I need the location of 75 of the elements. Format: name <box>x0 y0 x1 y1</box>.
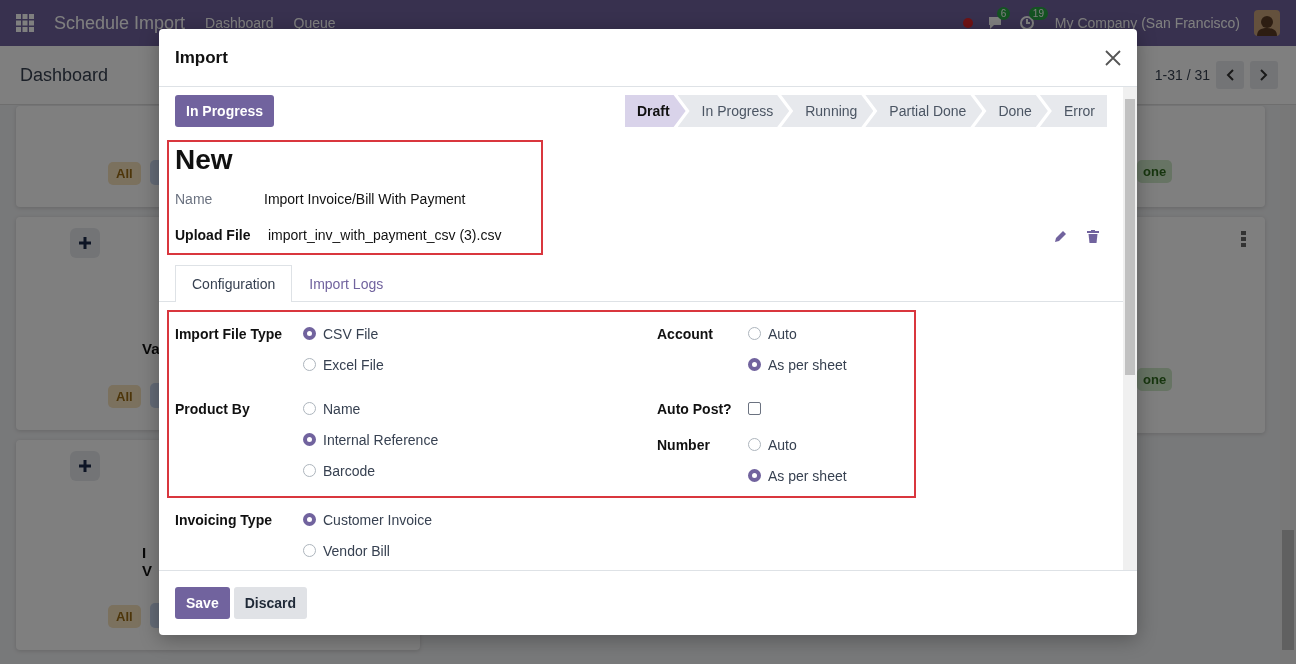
status-stage[interactable]: Done <box>974 95 1048 127</box>
radio-button[interactable] <box>303 544 316 557</box>
field-label: Product By <box>175 399 251 419</box>
field-label: Upload File <box>175 227 252 243</box>
tag: one <box>1137 368 1173 391</box>
status-stage[interactable]: Running <box>781 95 874 127</box>
next-button[interactable] <box>1250 61 1278 89</box>
field-value[interactable]: Import Invoice/Bill With Payment <box>264 191 466 207</box>
status-stage[interactable]: Error <box>1039 95 1107 127</box>
field-label: Number <box>657 435 711 455</box>
chevron-right-icon <box>1260 69 1268 81</box>
radio-button[interactable] <box>303 464 316 477</box>
record-dot-icon[interactable] <box>962 18 973 28</box>
radio-button[interactable] <box>748 438 761 451</box>
tag: All <box>108 605 141 628</box>
radio-button[interactable] <box>748 358 761 371</box>
field-label: Import File Type <box>175 324 284 344</box>
radio-option[interactable]: Name <box>303 393 657 424</box>
save-button[interactable]: Save <box>175 587 230 619</box>
kebab-menu-icon[interactable] <box>1241 231 1247 249</box>
radio-button[interactable] <box>303 513 316 526</box>
card-title: Va <box>142 340 160 358</box>
status-stage[interactable]: Draft <box>624 95 686 127</box>
page-title: Dashboard <box>20 64 109 86</box>
trash-icon[interactable] <box>1087 230 1099 243</box>
radio-button[interactable] <box>303 358 316 371</box>
dialog-title: Import <box>175 47 228 68</box>
radio-option[interactable]: Excel File <box>303 349 657 380</box>
card-title: I <box>142 544 147 562</box>
record-title: New <box>175 144 234 176</box>
pager-text: 1-31 / 31 <box>1154 67 1210 83</box>
field-label: Account <box>657 324 714 344</box>
radio-option[interactable]: Customer Invoice <box>303 504 1107 535</box>
card-title: V <box>142 562 152 580</box>
tab[interactable]: Import Logs <box>292 265 401 302</box>
radio-button[interactable] <box>748 327 761 340</box>
count-badge: 6 <box>996 7 1011 20</box>
radio-option[interactable]: CSV File <box>303 318 657 349</box>
discard-button[interactable]: Discard <box>233 587 308 619</box>
radio-option[interactable]: As per sheet <box>748 349 908 380</box>
tab[interactable]: Configuration <box>175 265 293 302</box>
edit-icon[interactable] <box>1054 230 1067 243</box>
previous-button[interactable] <box>1216 61 1244 89</box>
radio-button[interactable] <box>303 433 316 446</box>
in-progress-button[interactable]: In Progress <box>175 95 275 127</box>
radio-button[interactable] <box>748 469 761 482</box>
tag: one <box>1137 160 1173 183</box>
field-label: Auto Post? <box>657 399 733 419</box>
radio-button[interactable] <box>303 402 316 415</box>
clock-icon[interactable] <box>1018 15 1035 31</box>
status-stage[interactable]: Partial Done <box>865 95 983 127</box>
radio-option[interactable]: As per sheet <box>748 460 908 491</box>
field-label: Invoicing Type <box>175 510 273 530</box>
radio-option[interactable]: Auto <box>748 318 908 349</box>
radio-button[interactable] <box>303 327 316 340</box>
tag: All <box>108 385 141 408</box>
plus-icon <box>78 459 92 473</box>
checkbox[interactable] <box>748 402 761 415</box>
add-button[interactable] <box>70 228 100 258</box>
radio-option[interactable]: Vendor Bill <box>303 535 1107 566</box>
radio-option[interactable]: Barcode <box>303 455 657 486</box>
add-button[interactable] <box>70 451 100 481</box>
apps-grid-icon[interactable] <box>16 14 34 32</box>
close-button[interactable] <box>1105 49 1121 66</box>
field-value[interactable]: import_inv_with_payment_csv (3).csv <box>268 227 502 243</box>
avatar[interactable] <box>1254 10 1280 36</box>
status-stage[interactable]: In Progress <box>677 95 790 127</box>
radio-option[interactable]: Internal Reference <box>303 424 657 455</box>
chevron-left-icon <box>1226 69 1234 81</box>
tag: All <box>108 162 141 185</box>
count-badge: 19 <box>1028 7 1048 20</box>
scrollbar[interactable] <box>1123 87 1137 570</box>
plus-icon <box>78 236 92 250</box>
radio-option[interactable]: Auto <box>748 429 908 460</box>
field-label: Name <box>175 191 214 207</box>
